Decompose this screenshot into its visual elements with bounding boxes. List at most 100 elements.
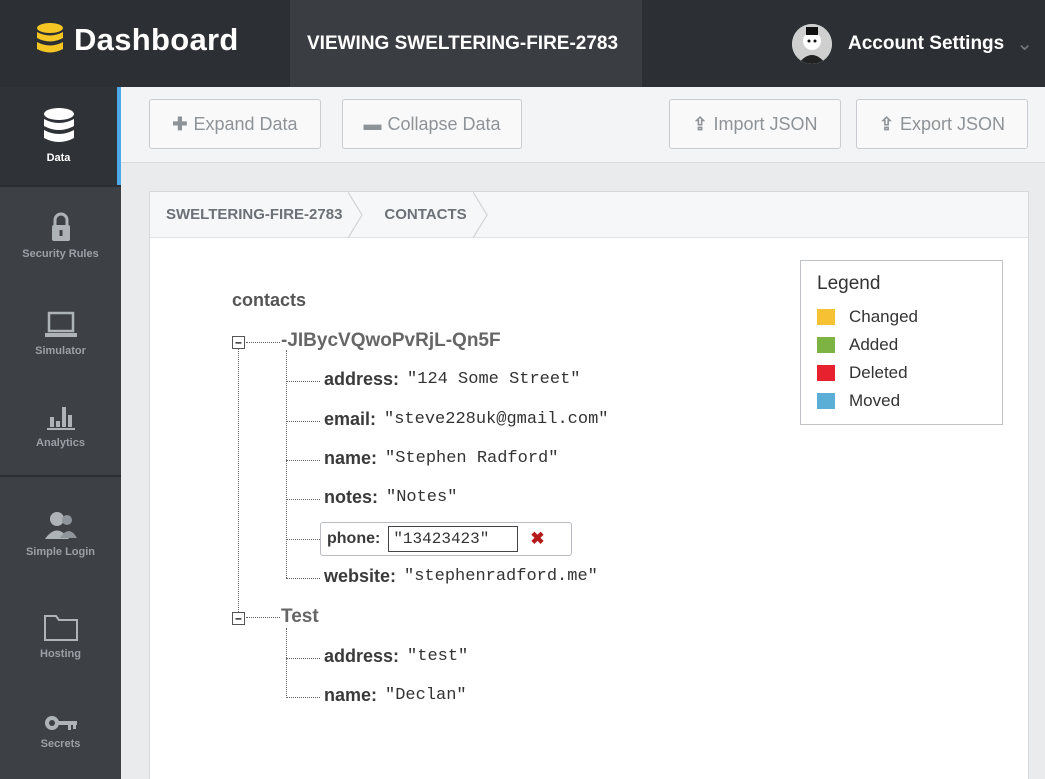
tree-field[interactable]: address: "test" [324,646,468,667]
legend-swatch [817,393,835,409]
brand[interactable]: Dashboard [36,22,239,58]
field-value: "124 Some Street" [407,370,581,389]
export-json-label: Export JSON [900,113,1006,134]
collapse-toggle-icon[interactable]: – [232,612,245,625]
legend-label: Changed [849,307,919,326]
tree-line [286,539,320,540]
tree-record[interactable]: -JIBycVQwoPvRjL-Qn5F [281,330,501,352]
legend-title: Legend [817,273,881,294]
database-icon [43,108,74,142]
key-icon [44,716,77,730]
sidebar-item-label: Security Rules [22,248,99,260]
record-key: Test [281,606,319,627]
legend-item-deleted: Deleted [817,359,986,387]
brand-title: Dashboard [74,22,239,57]
sidebar-item-label: Simulator [35,345,86,357]
account-settings-menu[interactable]: Account Settings ⌄ [792,0,1033,87]
sidebar-item-analytics[interactable]: Analytics [0,377,121,475]
data-panel: SWELTERING-FIRE-2783 CONTACTS contacts –… [149,191,1029,779]
tree-line [286,460,320,461]
field-value: "steve228uk@gmail.com" [384,410,609,429]
export-json-button[interactable]: ⇪ Export JSON [856,99,1028,149]
tree-field[interactable]: name: "Stephen Radford" [324,448,558,469]
collapse-data-label: Collapse Data [387,113,501,134]
folder-icon [43,615,78,641]
sidebar: Data Security Rules Simulator Analytics [0,87,121,779]
sidebar-item-secrets[interactable]: Secrets [0,683,121,779]
tree-line [286,421,320,422]
account-settings-label: Account Settings [848,32,1005,54]
field-value: "stephenradford.me" [404,567,598,586]
users-icon [44,512,77,539]
lock-icon [51,212,70,241]
sidebar-item-label: Analytics [36,437,85,449]
sidebar-item-label: Data [46,152,71,164]
minus-icon: ▬ [363,113,382,134]
database-logo-icon [37,23,63,53]
phone-value-input[interactable] [388,526,519,552]
breadcrumb: SWELTERING-FIRE-2783 CONTACTS [150,191,1028,238]
sidebar-item-simple-login[interactable]: Simple Login [0,485,121,583]
tree-root-key: contacts [232,290,307,310]
tree-field[interactable]: notes: "Notes" [324,487,457,508]
legend-item-changed: Changed [817,303,986,331]
breadcrumb-label: CONTACTS [384,206,467,223]
tree-field[interactable]: address: "124 Some Street" [324,369,580,390]
chevron-down-icon[interactable]: ⌄ [1016,31,1033,56]
tree-line [286,499,320,500]
legend-swatch [817,309,835,325]
breadcrumb-separator-icon [472,191,488,238]
export-icon: ⇪ [878,113,895,134]
collapse-data-button[interactable]: ▬ Collapse Data [342,99,522,149]
tree-field[interactable]: website: "stephenradford.me" [324,566,598,587]
import-icon: ⇪ [692,113,708,134]
tree-line [286,381,320,382]
legend-label: Deleted [849,363,908,382]
expand-data-button[interactable]: ✚ Expand Data [149,99,321,149]
sidebar-divider [0,475,121,477]
field-key: address: [324,646,400,666]
field-key: email: [324,409,377,429]
breadcrumb-item-root[interactable]: SWELTERING-FIRE-2783 [150,191,364,238]
legend-item-added: Added [817,331,986,359]
field-value: "Notes" [386,488,458,507]
field-value: "Stephen Radford" [385,449,559,468]
legend-label: Added [849,335,899,354]
viewing-label: VIEWING SWELTERING-FIRE-2783 [290,0,642,87]
tree-line [286,697,320,698]
tree-line [286,578,320,579]
field-key: phone: [327,530,381,547]
record-key: -JIBycVQwoPvRjL-Qn5F [281,330,501,351]
sidebar-item-hosting[interactable]: Hosting [0,587,121,685]
tree-field[interactable]: email: "steve228uk@gmail.com" [324,409,608,430]
sidebar-item-security-rules[interactable]: Security Rules [0,187,121,285]
tree-line [246,617,280,618]
field-key: notes: [324,487,378,507]
tree-line [246,342,280,343]
legend-swatch [817,337,835,353]
field-key: name: [324,448,378,468]
tree-root[interactable]: contacts [232,290,306,311]
breadcrumb-item-contacts[interactable]: CONTACTS [356,191,488,238]
bar-chart-icon [46,407,75,430]
tree-record[interactable]: Test [281,606,319,628]
tree-line [238,342,239,614]
phone-edit-row[interactable]: phone: ✖ [320,522,572,556]
import-json-button[interactable]: ⇪ Import JSON [669,99,841,149]
legend-item-moved: Moved [817,387,986,415]
field-value: "Declan" [385,686,467,705]
remove-icon[interactable]: ✖ [530,529,544,549]
field-key: address: [324,369,400,389]
legend-label: Moved [849,391,901,410]
expand-data-label: Expand Data [193,113,298,134]
sidebar-item-data[interactable]: Data [0,87,121,185]
tree-line [286,628,287,698]
legend-swatch [817,365,835,381]
sidebar-item-label: Simple Login [25,546,96,558]
avatar-image-icon [792,23,832,64]
sidebar-item-simulator[interactable]: Simulator [0,285,121,383]
avatar[interactable] [792,23,832,64]
tree-field[interactable]: name: "Declan" [324,685,467,706]
collapse-toggle-icon[interactable]: – [232,336,245,349]
tree-line [286,658,320,659]
